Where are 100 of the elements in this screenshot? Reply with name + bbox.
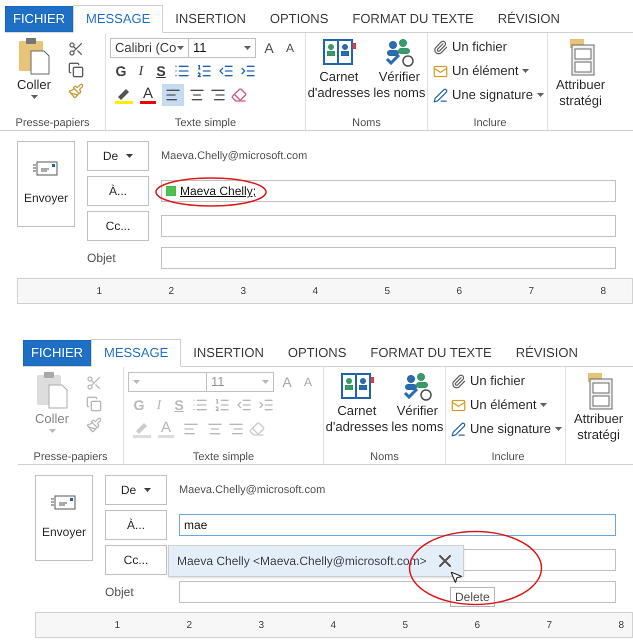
ribbon-tab[interactable]: RÉVISION	[504, 340, 590, 366]
ribbon-tab[interactable]: RÉVISION	[486, 6, 572, 32]
pen-icon	[433, 88, 448, 102]
ruler-number: 6	[456, 284, 462, 298]
subject-label: Objet	[105, 584, 135, 601]
caret-icon	[30, 94, 38, 98]
caret-icon	[126, 154, 134, 158]
ruler-number: 7	[546, 618, 552, 632]
align-right-icon[interactable]	[210, 87, 226, 103]
ribbon-tab[interactable]: MESSAGE	[91, 339, 182, 367]
group-label: Texte simple	[192, 450, 256, 464]
to-button[interactable]: À...	[105, 510, 167, 540]
subject-field[interactable]	[179, 581, 616, 603]
cc-button[interactable]: Cc...	[105, 545, 167, 575]
check-names-button[interactable]: Vérifier les noms	[373, 37, 426, 116]
ribbon-tab[interactable]: INSERTION	[163, 6, 258, 32]
decrease-indent-icon[interactable]	[218, 63, 234, 79]
ruler-number: 3	[258, 618, 264, 632]
caret-icon	[144, 488, 152, 492]
ribbon-tab[interactable]: OPTIONS	[258, 6, 340, 32]
bold-button[interactable]: G	[114, 60, 128, 82]
paste-button[interactable]: Coller	[4, 37, 64, 116]
paperclip-icon	[433, 40, 448, 54]
from-address: Maeva.Chelly@microsoft.com	[179, 482, 326, 498]
cc-button[interactable]: Cc...	[87, 211, 149, 241]
ruler-number: 1	[96, 284, 102, 298]
to-field[interactable]: Maeva Chelly;	[161, 180, 616, 202]
ruler-number: 7	[528, 284, 534, 298]
eraser-icon[interactable]	[231, 87, 247, 103]
to-field[interactable]: mae	[179, 514, 616, 536]
align-left-icon[interactable]	[162, 84, 184, 106]
numbered-list-icon[interactable]	[196, 63, 212, 79]
ruler-number: 4	[312, 284, 318, 298]
clipboard-icon	[17, 37, 51, 75]
caret-icon	[540, 403, 548, 407]
check-names-button[interactable]: Vérifier les noms	[391, 371, 444, 450]
envelope-icon	[33, 161, 59, 177]
group-label: Inclure	[472, 116, 508, 130]
envelope-icon	[51, 495, 77, 511]
ruler-number: 5	[402, 618, 408, 632]
file-tab[interactable]: FICHIER	[23, 340, 91, 366]
send-button[interactable]: Envoyer	[17, 141, 75, 227]
ruler-number: 2	[186, 618, 192, 632]
from-button[interactable]: De	[105, 475, 167, 505]
scissors-icon[interactable]	[68, 41, 84, 57]
shrink-font-button[interactable]: A	[282, 39, 298, 57]
subject-label: Objet	[87, 250, 117, 267]
italic-button[interactable]: I	[134, 60, 148, 82]
ruler-number: 8	[618, 618, 624, 632]
caret-icon	[48, 428, 56, 432]
include-menu-button[interactable]: Un élément	[433, 61, 547, 81]
group-label: Inclure	[490, 450, 526, 464]
paintbrush-icon[interactable]	[68, 83, 84, 99]
mouse-cursor-icon	[449, 570, 463, 584]
address-book-button[interactable]: Carnet d'adresses	[326, 371, 388, 450]
address-book-button[interactable]: Carnet d'adresses	[308, 37, 370, 116]
include-menu-button[interactable]: Un fichier	[451, 371, 565, 391]
bullet-list-icon[interactable]	[174, 63, 190, 79]
from-button[interactable]: De	[87, 141, 149, 171]
grow-font-button[interactable]: A	[260, 38, 278, 58]
from-address: Maeva.Chelly@microsoft.com	[161, 148, 308, 164]
include-menu-button[interactable]: Un élément	[451, 395, 565, 415]
assign-policy-button[interactable]: Attribuer stratégi	[566, 367, 624, 464]
group-label: Noms	[369, 450, 400, 464]
ribbon-tab[interactable]: FORMAT DU TEXTE	[358, 340, 504, 366]
caret-icon	[536, 93, 544, 97]
caret-icon	[554, 427, 562, 431]
ruler-number: 6	[474, 618, 480, 632]
group-label: Texte simple	[174, 116, 238, 130]
ribbon-tab[interactable]: FORMAT DU TEXTE	[340, 6, 486, 32]
ruler-number: 3	[240, 284, 246, 298]
pen-icon	[451, 422, 466, 436]
ruler-number: 4	[330, 618, 336, 632]
group-label: Noms	[351, 116, 382, 130]
group-label: Presse-papiers	[14, 116, 90, 130]
ruler-number: 2	[168, 284, 174, 298]
clipboard-icon	[35, 371, 69, 409]
cc-field[interactable]	[161, 215, 616, 237]
ribbon-tab[interactable]: OPTIONS	[276, 340, 358, 366]
underline-button[interactable]: S	[154, 60, 168, 82]
caret-icon	[522, 69, 530, 73]
ribbon-tab[interactable]: INSERTION	[181, 340, 276, 366]
copy-icon[interactable]	[68, 62, 84, 78]
include-menu-button[interactable]: Une signature	[451, 419, 565, 439]
send-button[interactable]: Envoyer	[35, 475, 93, 561]
font-color-button[interactable]: A	[139, 86, 157, 104]
paperclip-icon	[451, 374, 466, 388]
ruler-number: 1	[114, 618, 120, 632]
increase-indent-icon[interactable]	[240, 63, 256, 79]
subject-field[interactable]	[161, 247, 616, 269]
file-tab[interactable]: FICHIER	[5, 6, 73, 32]
include-menu-button[interactable]: Une signature	[433, 85, 547, 105]
align-center-icon[interactable]	[189, 87, 205, 103]
to-button[interactable]: À...	[87, 176, 149, 206]
ruler-number: 8	[600, 284, 606, 298]
ruler-number: 5	[384, 284, 390, 298]
delete-tooltip: Delete	[450, 587, 495, 607]
ribbon-tab[interactable]: MESSAGE	[73, 5, 164, 33]
assign-policy-button[interactable]: Attribuer stratégi	[548, 33, 606, 130]
include-menu-button[interactable]: Un fichier	[433, 37, 547, 57]
